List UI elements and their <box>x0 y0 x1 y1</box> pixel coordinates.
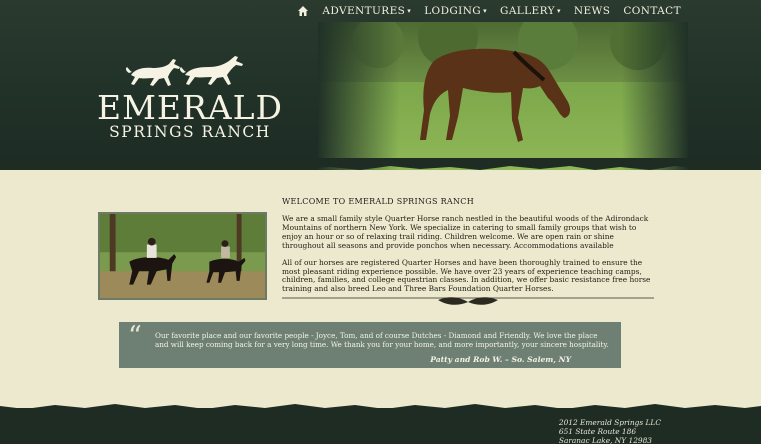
testimonial-author: Patty and Rob W. – So. Salem, NY <box>430 355 571 364</box>
nav-home[interactable] <box>297 5 309 17</box>
horses-logo-icon <box>125 56 243 86</box>
nav-contact[interactable]: CONTACT <box>623 5 681 17</box>
chevron-down-icon: ▾ <box>556 7 561 15</box>
horses-paragraph: All of our horses are registered Quarter… <box>282 257 651 294</box>
logo-subtitle: SPRINGS RANCH <box>109 123 271 141</box>
intro-paragraph: We are a small family style Quarter Hors… <box>282 214 649 250</box>
site-logo[interactable]: EMERALD SPRINGS RANCH <box>90 55 290 141</box>
welcome-section: WELCOME TO EMERALD SPRINGS RANCH We are … <box>282 197 654 302</box>
footer-address: 2012 Emerald Springs LLC 651 State Route… <box>558 418 661 444</box>
trail-ride-photo <box>98 212 267 300</box>
nav-adventures[interactable]: ADVENTURES ▾ <box>322 5 411 17</box>
ornament-divider <box>282 297 654 305</box>
quote-icon: “ <box>128 321 142 352</box>
nav-lodging[interactable]: LODGING ▾ <box>424 5 487 17</box>
home-icon <box>298 6 309 16</box>
logo-name: EMERALD <box>96 88 284 127</box>
hero-fade-overlay <box>318 22 688 170</box>
testimonial-quote: Our favorite place and our favorite peop… <box>155 331 609 349</box>
nav-gallery[interactable]: GALLERY ▾ <box>500 5 561 17</box>
chevron-down-icon: ▾ <box>483 7 488 15</box>
site-header: ADVENTURES ▾ LODGING ▾ GALLERY ▾ NEWS CO… <box>0 0 761 170</box>
torn-edge-divider <box>0 158 761 170</box>
main-nav: ADVENTURES ▾ LODGING ▾ GALLERY ▾ NEWS CO… <box>0 0 761 22</box>
testimonial-box: “ Our favorite place and our favorite pe… <box>119 322 621 368</box>
page-title: WELCOME TO EMERALD SPRINGS RANCH <box>282 197 474 206</box>
nav-news[interactable]: NEWS <box>574 5 610 17</box>
chevron-down-icon: ▾ <box>407 7 412 15</box>
